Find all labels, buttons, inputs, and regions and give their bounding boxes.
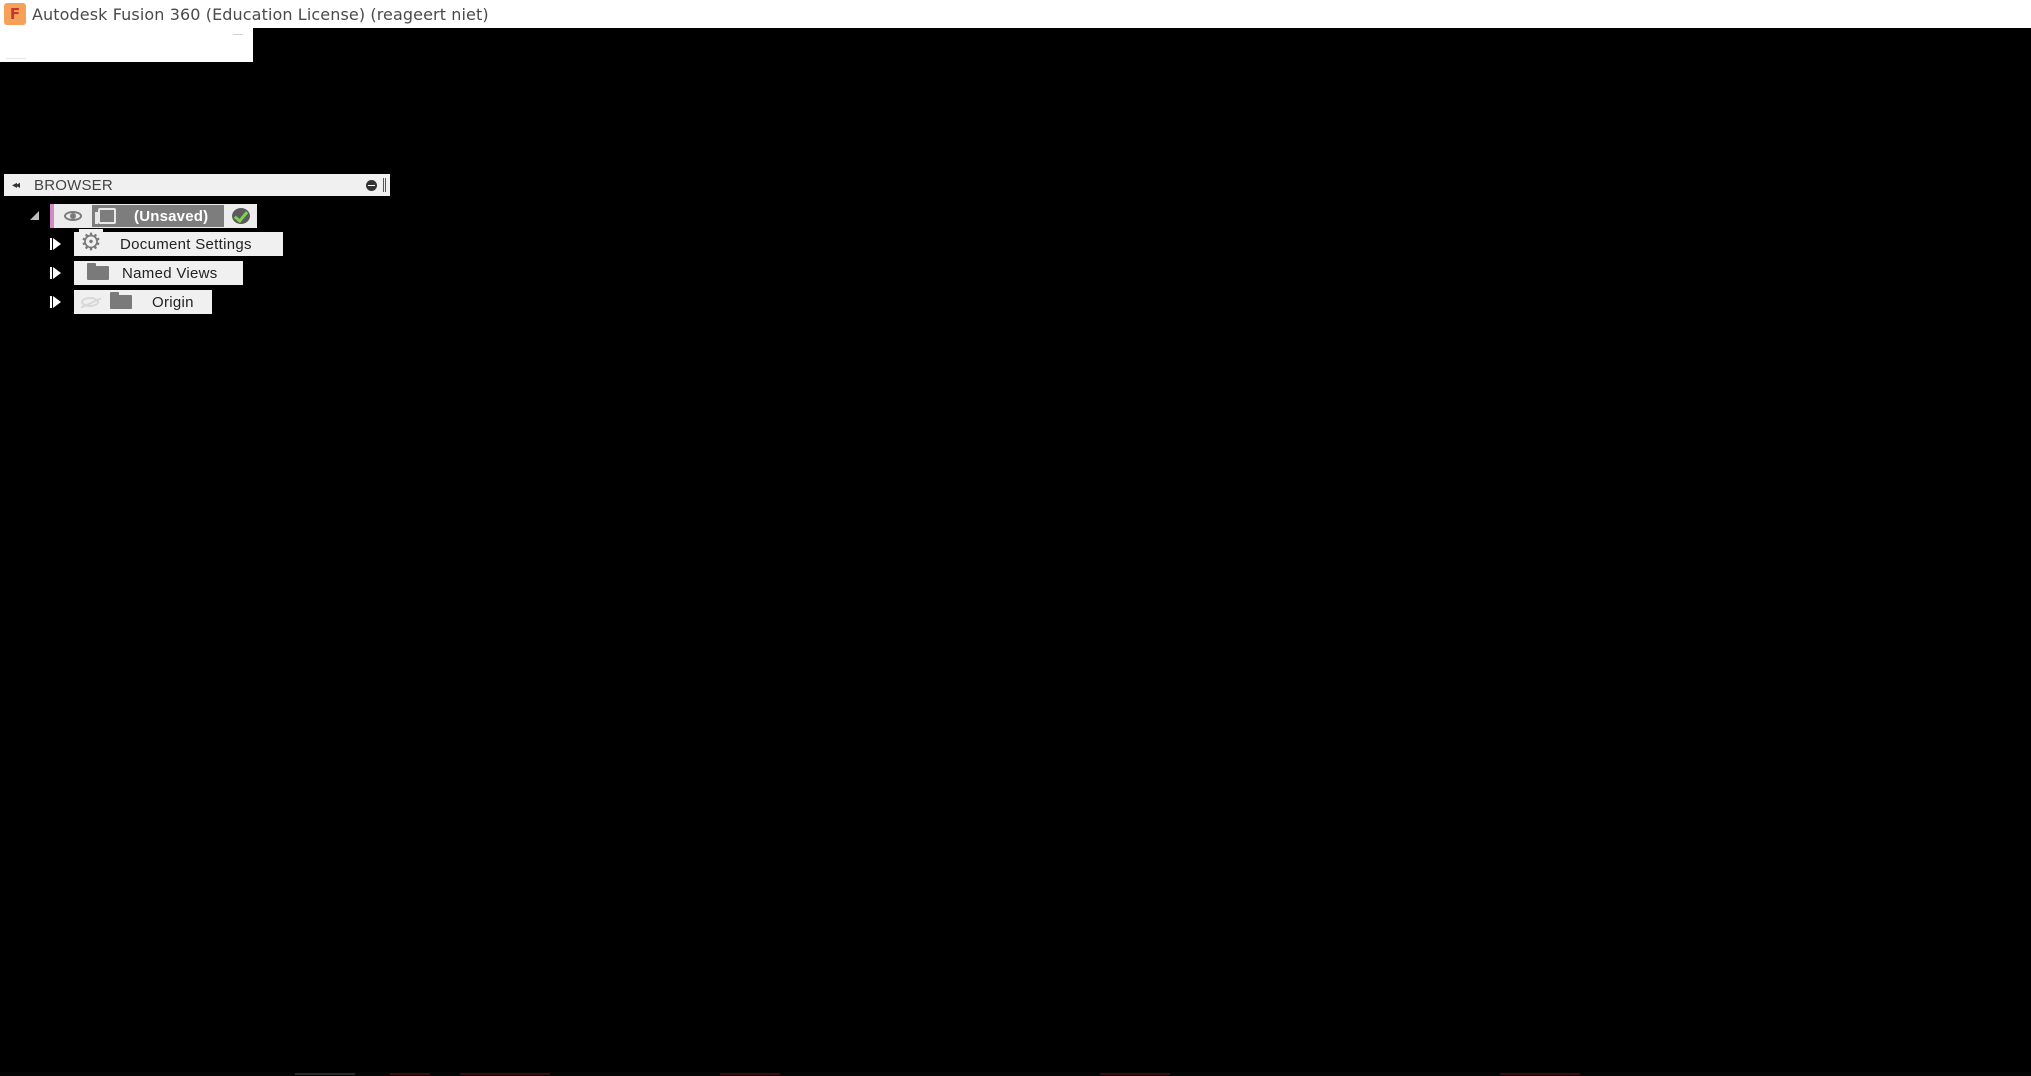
minimize-browser-icon[interactable] xyxy=(366,179,377,191)
expand-triangle-icon xyxy=(53,296,61,308)
origin-visibility-toggle[interactable] xyxy=(74,297,106,307)
root-label: (Unsaved) xyxy=(134,207,209,225)
fusion-app-icon: F xyxy=(4,3,26,25)
tree-item-label: Document Settings xyxy=(120,235,252,253)
tree-item-named-views[interactable]: Named Views xyxy=(74,261,243,285)
folder-icon xyxy=(110,292,132,309)
root-expander[interactable] xyxy=(30,211,39,220)
document-settings-expander[interactable] xyxy=(50,238,61,250)
named-views-expander[interactable] xyxy=(50,267,61,279)
browser-panel-header: ◂◂ BROWSER xyxy=(4,174,390,196)
expand-triangle-icon xyxy=(53,267,61,279)
window-title: Autodesk Fusion 360 (Education License) … xyxy=(32,4,489,24)
visibility-toggle[interactable] xyxy=(54,204,92,228)
expand-triangle-icon xyxy=(53,238,61,250)
gear-icon xyxy=(79,229,103,255)
window-title-bar: F Autodesk Fusion 360 (Education License… xyxy=(0,0,2031,28)
collapse-browser-button[interactable]: ◂◂ xyxy=(4,174,26,196)
component-icon xyxy=(95,208,116,224)
browser-title: BROWSER xyxy=(34,176,113,194)
eye-hidden-icon xyxy=(81,297,99,307)
status-strip xyxy=(0,1072,2031,1076)
collapse-triangle-icon xyxy=(30,211,39,220)
tree-item-origin[interactable]: Origin xyxy=(74,290,212,314)
tree-item-document-settings[interactable]: Document Settings xyxy=(74,229,283,256)
eye-icon xyxy=(64,211,82,221)
activate-check-icon xyxy=(231,208,250,224)
origin-expander[interactable] xyxy=(50,296,61,308)
tree-root-unsaved[interactable]: (Unsaved) xyxy=(50,204,258,228)
toolbar-remnant xyxy=(0,28,253,62)
activate-component-button[interactable] xyxy=(224,204,257,228)
folder-icon xyxy=(87,263,109,280)
tree-item-label: Origin xyxy=(152,293,194,311)
tree-item-label: Named Views xyxy=(122,264,218,282)
panel-resize-handle[interactable] xyxy=(383,178,386,192)
